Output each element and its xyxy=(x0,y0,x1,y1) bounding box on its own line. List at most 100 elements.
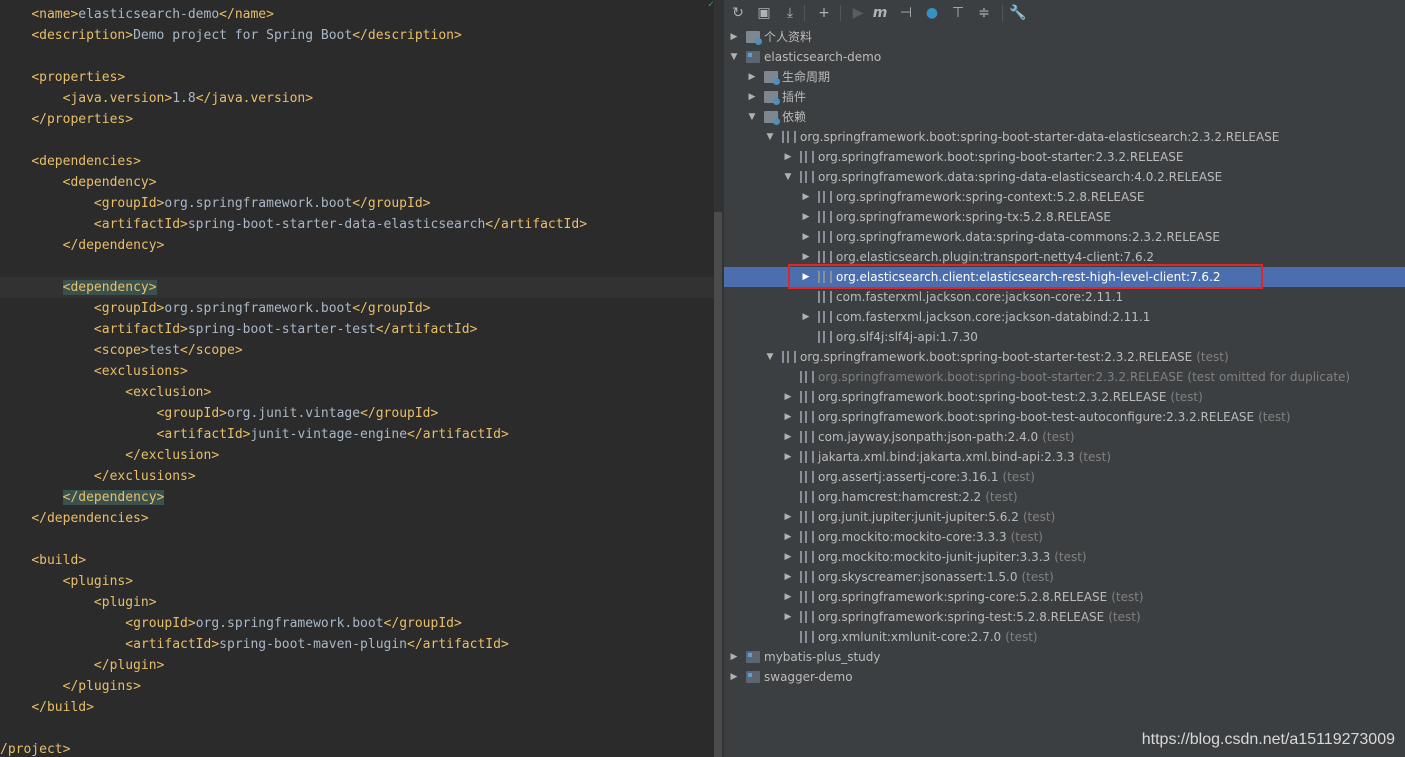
code-line[interactable]: <exclusion> xyxy=(0,382,714,403)
code-line[interactable]: </dependency> xyxy=(0,235,714,256)
tree-node[interactable]: org.xmlunit:xmlunit-core:2.7.0 (test) xyxy=(724,627,1405,647)
skip-tests-icon[interactable]: ● xyxy=(922,3,942,23)
toggle-offline-icon[interactable]: ⊣ xyxy=(896,3,916,23)
code-line[interactable]: <dependencies> xyxy=(0,151,714,172)
tree-node[interactable]: ▼ 依赖 xyxy=(724,107,1405,127)
tree-node[interactable]: org.assertj:assertj-core:3.16.1 (test) xyxy=(724,467,1405,487)
collapsed-arrow-icon[interactable]: ▶ xyxy=(782,387,794,407)
code-line[interactable]: <scope>test</scope> xyxy=(0,340,714,361)
code-line[interactable]: <groupId>org.junit.vintage</groupId> xyxy=(0,403,714,424)
add-folder-icon[interactable]: ▣ xyxy=(754,3,774,23)
tree-node[interactable]: ▶ org.springframework:spring-test:5.2.8.R… xyxy=(724,607,1405,627)
tree-node[interactable]: ▶ org.junit.jupiter:junit-jupiter:5.6.2 (t… xyxy=(724,507,1405,527)
code-line[interactable]: </dependency> xyxy=(0,487,714,508)
run-icon[interactable]: ▶ xyxy=(848,3,868,23)
tree-node[interactable]: ▼ org.springframework.boot:spring-boot-st… xyxy=(724,127,1405,147)
tree-node[interactable]: org.slf4j:slf4j-api:1.7.30 xyxy=(724,327,1405,347)
tree-node[interactable]: ▼ org.springframework.data:spring-data-el… xyxy=(724,167,1405,187)
tree-node[interactable]: ▶ org.springframework.boot:spring-boot-te… xyxy=(724,387,1405,407)
code-line[interactable]: </exclusion> xyxy=(0,445,714,466)
tree-node[interactable]: ▶ 插件 xyxy=(724,87,1405,107)
tree-node[interactable]: org.hamcrest:hamcrest:2.2 (test) xyxy=(724,487,1405,507)
expanded-arrow-icon[interactable]: ▼ xyxy=(728,47,740,67)
tree-node[interactable]: org.springframework.boot:spring-boot-sta… xyxy=(724,367,1405,387)
code-line[interactable]: <artifactId>spring-boot-starter-data-ela… xyxy=(0,214,714,235)
tree-node[interactable]: ▶ org.springframework.boot:spring-boot-st… xyxy=(724,147,1405,167)
code-line[interactable]: <dependency> xyxy=(0,277,714,298)
collapsed-arrow-icon[interactable]: ▶ xyxy=(782,547,794,567)
collapsed-arrow-icon[interactable]: ▶ xyxy=(782,527,794,547)
collapse-all-icon[interactable]: ≑ xyxy=(974,3,994,23)
download-icon[interactable]: ⤓ xyxy=(780,3,800,23)
editor-scrollbar-thumb[interactable] xyxy=(714,212,722,757)
code-line[interactable]: <artifactId>junit-vintage-engine</artifa… xyxy=(0,424,714,445)
collapsed-arrow-icon[interactable]: ▶ xyxy=(782,147,794,167)
code-line[interactable]: <groupId>org.springframework.boot</group… xyxy=(0,193,714,214)
code-editor[interactable]: <name>elasticsearch-demo</name> <descrip… xyxy=(0,0,714,757)
tree-node[interactable]: ▶ org.springframework.data:spring-data-co… xyxy=(724,227,1405,247)
code-line[interactable]: <name>elasticsearch-demo</name> xyxy=(0,4,714,25)
collapsed-arrow-icon[interactable]: ▶ xyxy=(746,67,758,87)
collapsed-arrow-icon[interactable]: ▶ xyxy=(782,447,794,467)
code-line[interactable]: </plugins> xyxy=(0,676,714,697)
expanded-arrow-icon[interactable]: ▼ xyxy=(746,107,758,127)
settings-icon[interactable]: 🔧 xyxy=(1008,3,1028,23)
collapsed-arrow-icon[interactable]: ▶ xyxy=(728,667,740,687)
collapsed-arrow-icon[interactable]: ▶ xyxy=(782,607,794,627)
code-line[interactable]: <properties> xyxy=(0,67,714,88)
collapsed-arrow-icon[interactable]: ▶ xyxy=(782,587,794,607)
tree-node[interactable]: ▶ 生命周期 xyxy=(724,67,1405,87)
code-line[interactable]: /project> xyxy=(0,739,714,757)
code-line[interactable]: <plugins> xyxy=(0,571,714,592)
code-line[interactable]: <artifactId>spring-boot-starter-test</ar… xyxy=(0,319,714,340)
code-line[interactable] xyxy=(0,46,714,67)
code-line[interactable]: </exclusions> xyxy=(0,466,714,487)
collapsed-arrow-icon[interactable]: ▶ xyxy=(728,27,740,47)
collapsed-arrow-icon[interactable]: ▶ xyxy=(800,187,812,207)
tree-node[interactable]: ▶ 个人资料 xyxy=(724,27,1405,47)
code-line[interactable]: <plugin> xyxy=(0,592,714,613)
collapsed-arrow-icon[interactable]: ▶ xyxy=(746,87,758,107)
tree-node[interactable]: ▶ org.springframework.boot:spring-boot-te… xyxy=(724,407,1405,427)
expanded-arrow-icon[interactable]: ▼ xyxy=(764,127,776,147)
expanded-arrow-icon[interactable]: ▼ xyxy=(782,167,794,187)
tree-node[interactable]: ▼ org.springframework.boot:spring-boot-st… xyxy=(724,347,1405,367)
code-line[interactable] xyxy=(0,718,714,739)
code-line[interactable] xyxy=(0,529,714,550)
show-dependencies-icon[interactable]: ⊤ xyxy=(948,3,968,23)
tree-node[interactable]: ▶ com.fasterxml.jackson.core:jackson-data… xyxy=(724,307,1405,327)
plus-icon[interactable]: + xyxy=(814,3,834,23)
code-line[interactable] xyxy=(0,130,714,151)
tree-node[interactable]: ▶ mybatis-plus_study xyxy=(724,647,1405,667)
collapsed-arrow-icon[interactable]: ▶ xyxy=(728,647,740,667)
code-line[interactable]: </build> xyxy=(0,697,714,718)
code-line[interactable]: <groupId>org.springframework.boot</group… xyxy=(0,613,714,634)
code-line[interactable]: </dependencies> xyxy=(0,508,714,529)
code-line[interactable]: </plugin> xyxy=(0,655,714,676)
tree-node[interactable]: ▶ org.springframework:spring-core:5.2.8.R… xyxy=(724,587,1405,607)
code-line[interactable]: <groupId>org.springframework.boot</group… xyxy=(0,298,714,319)
tree-node[interactable]: ▼ elasticsearch-demo xyxy=(724,47,1405,67)
collapsed-arrow-icon[interactable]: ▶ xyxy=(782,507,794,527)
tree-node[interactable]: ▶ org.springframework:spring-context:5.2.… xyxy=(724,187,1405,207)
collapsed-arrow-icon[interactable]: ▶ xyxy=(800,207,812,227)
tree-node[interactable]: com.fasterxml.jackson.core:jackson-core:… xyxy=(724,287,1405,307)
code-line[interactable]: <java.version>1.8</java.version> xyxy=(0,88,714,109)
code-line[interactable]: </properties> xyxy=(0,109,714,130)
collapsed-arrow-icon[interactable]: ▶ xyxy=(782,407,794,427)
tree-node[interactable]: ▶ org.skyscreamer:jsonassert:1.5.0 (test) xyxy=(724,567,1405,587)
expanded-arrow-icon[interactable]: ▼ xyxy=(764,347,776,367)
tree-node[interactable]: ▶ jakarta.xml.bind:jakarta.xml.bind-api:2… xyxy=(724,447,1405,467)
tree-node[interactable]: ▶ org.springframework:spring-tx:5.2.8.REL… xyxy=(724,207,1405,227)
collapsed-arrow-icon[interactable]: ▶ xyxy=(800,227,812,247)
code-line[interactable]: <exclusions> xyxy=(0,361,714,382)
code-line[interactable]: <build> xyxy=(0,550,714,571)
tree-node[interactable]: ▶ org.mockito:mockito-core:3.3.3 (test) xyxy=(724,527,1405,547)
maven-goal-icon[interactable]: m xyxy=(870,3,890,23)
collapsed-arrow-icon[interactable]: ▶ xyxy=(800,307,812,327)
reload-icon[interactable]: ↻ xyxy=(728,3,748,23)
tree-node[interactable]: ▶ swagger-demo xyxy=(724,667,1405,687)
code-line[interactable] xyxy=(0,256,714,277)
collapsed-arrow-icon[interactable]: ▶ xyxy=(782,427,794,447)
tree-node[interactable]: ▶ org.mockito:mockito-junit-jupiter:3.3.3… xyxy=(724,547,1405,567)
